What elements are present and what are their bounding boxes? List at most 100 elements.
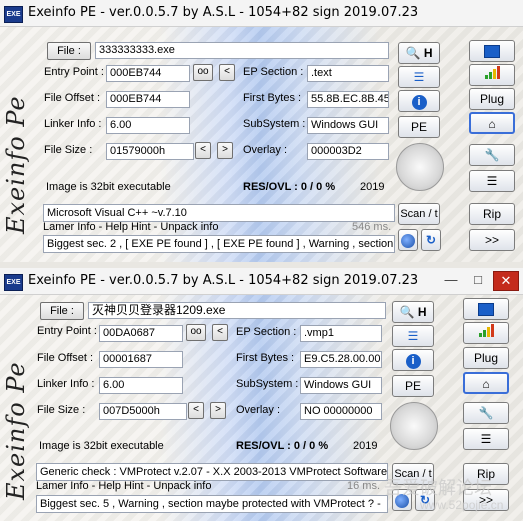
sections-button[interactable]: ☰ — [398, 66, 440, 88]
minimize-button[interactable]: — — [439, 271, 463, 289]
image-bits-text: Image is 32bit executable — [46, 181, 171, 193]
size-prev-button[interactable]: < — [195, 142, 211, 159]
hint-link[interactable]: Lamer Info - Help Hint - Unpack info — [43, 221, 218, 233]
entry-point-field[interactable]: 000EB744 — [106, 65, 190, 82]
info-button[interactable]: i — [398, 90, 440, 112]
home-button[interactable]: ⌂ — [463, 372, 509, 394]
overlay-label: Overlay : — [243, 144, 288, 156]
summary-field[interactable]: Biggest sec. 5 , Warning , section maybe… — [36, 495, 388, 513]
sections-button[interactable]: ☰ — [392, 325, 434, 347]
scan-time-text: 546 ms. — [352, 221, 392, 233]
refresh-icon: ↻ — [425, 233, 437, 247]
close-button[interactable]: ✕ — [493, 271, 519, 291]
ep-section-label: EP Section : — [243, 66, 304, 78]
open-window-button[interactable] — [469, 40, 515, 62]
globe-icon — [401, 233, 415, 248]
file-path-field[interactable]: 灭神贝贝登录器1209.exe — [88, 302, 386, 319]
globe-button[interactable] — [398, 229, 418, 251]
linker-info-field[interactable]: 6.00 — [106, 117, 190, 134]
home-icon: ⌂ — [488, 117, 496, 131]
linker-info-label: Linker Info : — [44, 118, 102, 130]
file-offset-field[interactable]: 00001687 — [99, 351, 183, 368]
signal-bars-icon — [478, 323, 494, 343]
first-bytes-field[interactable]: 55.8B.EC.8B.45 — [307, 91, 389, 108]
ep-section-label: EP Section : — [236, 326, 297, 338]
linker-info-label: Linker Info : — [37, 378, 95, 390]
maximize-button[interactable]: □ — [466, 271, 490, 289]
menu-button[interactable]: ☰ — [463, 428, 509, 450]
app-icon: EXE — [4, 274, 23, 291]
size-next-button[interactable]: > — [217, 142, 233, 159]
tools-button[interactable]: 🔧 — [469, 144, 515, 166]
signal-button[interactable] — [463, 322, 509, 344]
linker-info-field[interactable]: 6.00 — [99, 377, 183, 394]
file-button[interactable]: File : — [40, 302, 84, 320]
h-label: H — [417, 305, 427, 319]
plug-button[interactable]: Plug — [463, 347, 509, 369]
refresh-button[interactable]: ↻ — [421, 229, 441, 251]
file-size-label: File Size : — [37, 404, 86, 416]
certificate-seal-icon — [390, 402, 438, 450]
pe-button[interactable]: PE — [392, 375, 434, 397]
res-ovl-text: RES/OVL : 0 / 0 % — [236, 440, 329, 452]
window-icon — [484, 45, 500, 59]
file-button[interactable]: File : — [47, 42, 91, 60]
oo-button[interactable]: oo — [186, 324, 206, 341]
watermark-url: www.52pojie.cn — [420, 498, 504, 512]
ep-section-field[interactable]: .text — [307, 65, 389, 82]
file-path-field[interactable]: 333333333.exe — [95, 42, 389, 59]
menu-icon: ☰ — [480, 432, 492, 446]
title-bar[interactable]: EXE Exeinfo PE - ver.0.0.5.7 by A.S.L - … — [0, 268, 523, 295]
overlay-label: Overlay : — [236, 404, 281, 416]
window-title: Exeinfo PE - ver.0.0.5.7 by A.S.L - 1054… — [28, 273, 419, 288]
hint-link[interactable]: Lamer Info - Help Hint - Unpack info — [36, 480, 211, 492]
ep-arrow-button[interactable]: < — [212, 324, 228, 341]
overlay-field[interactable]: 000003D2 — [307, 143, 389, 160]
info-icon: i — [411, 95, 427, 110]
file-size-field[interactable]: 01579000h — [106, 143, 194, 160]
ep-section-field[interactable]: .vmp1 — [300, 325, 382, 342]
summary-field[interactable]: Biggest sec. 2 , [ EXE PE found ] , [ EX… — [43, 235, 395, 253]
open-window-button[interactable] — [463, 298, 509, 320]
search-h-button[interactable]: 🔍 H — [398, 42, 440, 64]
sections-list-icon: ☰ — [413, 70, 425, 84]
title-bar[interactable]: EXE Exeinfo PE - ver.0.0.5.7 by A.S.L - … — [0, 0, 523, 27]
subsystem-field[interactable]: Windows GUI — [300, 377, 382, 394]
size-prev-button[interactable]: < — [188, 402, 204, 419]
tools-button[interactable]: 🔧 — [463, 402, 509, 424]
sections-list-icon: ☰ — [407, 329, 419, 343]
pe-button[interactable]: PE — [398, 116, 440, 138]
subsystem-label: SubSystem : — [236, 378, 299, 390]
entry-point-label: Entry Point : — [44, 66, 104, 78]
rip-button[interactable]: Rip — [469, 203, 515, 225]
signal-button[interactable] — [469, 64, 515, 86]
oo-button[interactable]: oo — [193, 64, 213, 81]
overlay-field[interactable]: NO 00000000 — [300, 403, 382, 420]
home-button[interactable]: ⌂ — [469, 112, 515, 134]
ep-arrow-button[interactable]: < — [219, 64, 235, 81]
detection-field[interactable]: Microsoft Visual C++ ~v.7.10 — [43, 204, 395, 222]
h-label: H — [423, 46, 433, 60]
info-button[interactable]: i — [392, 349, 434, 371]
signal-bars-icon — [484, 65, 500, 85]
menu-button[interactable]: ☰ — [469, 170, 515, 192]
file-offset-label: File Offset : — [37, 352, 94, 364]
file-offset-label: File Offset : — [44, 92, 101, 104]
search-h-button[interactable]: 🔍 H — [392, 301, 434, 323]
app-icon: EXE — [4, 6, 23, 23]
file-offset-field[interactable]: 000EB744 — [106, 91, 190, 108]
first-bytes-field[interactable]: E9.C5.28.00.00 — [300, 351, 382, 368]
wrench-icon: 🔧 — [478, 406, 494, 420]
first-bytes-label: First Bytes : — [236, 352, 295, 364]
scan-button[interactable]: Scan / t — [398, 203, 440, 225]
detection-field[interactable]: Generic check : VMProtect v.2.07 - X.X 2… — [36, 463, 388, 481]
certificate-seal-icon — [396, 143, 444, 191]
file-size-label: File Size : — [44, 144, 93, 156]
size-next-button[interactable]: > — [210, 402, 226, 419]
subsystem-field[interactable]: Windows GUI — [307, 117, 389, 134]
entry-point-field[interactable]: 00DA0687 — [99, 325, 183, 342]
file-size-field[interactable]: 007D5000h — [99, 403, 187, 420]
image-bits-text: Image is 32bit executable — [39, 440, 164, 452]
next-button[interactable]: >> — [469, 229, 515, 251]
plug-button[interactable]: Plug — [469, 88, 515, 110]
